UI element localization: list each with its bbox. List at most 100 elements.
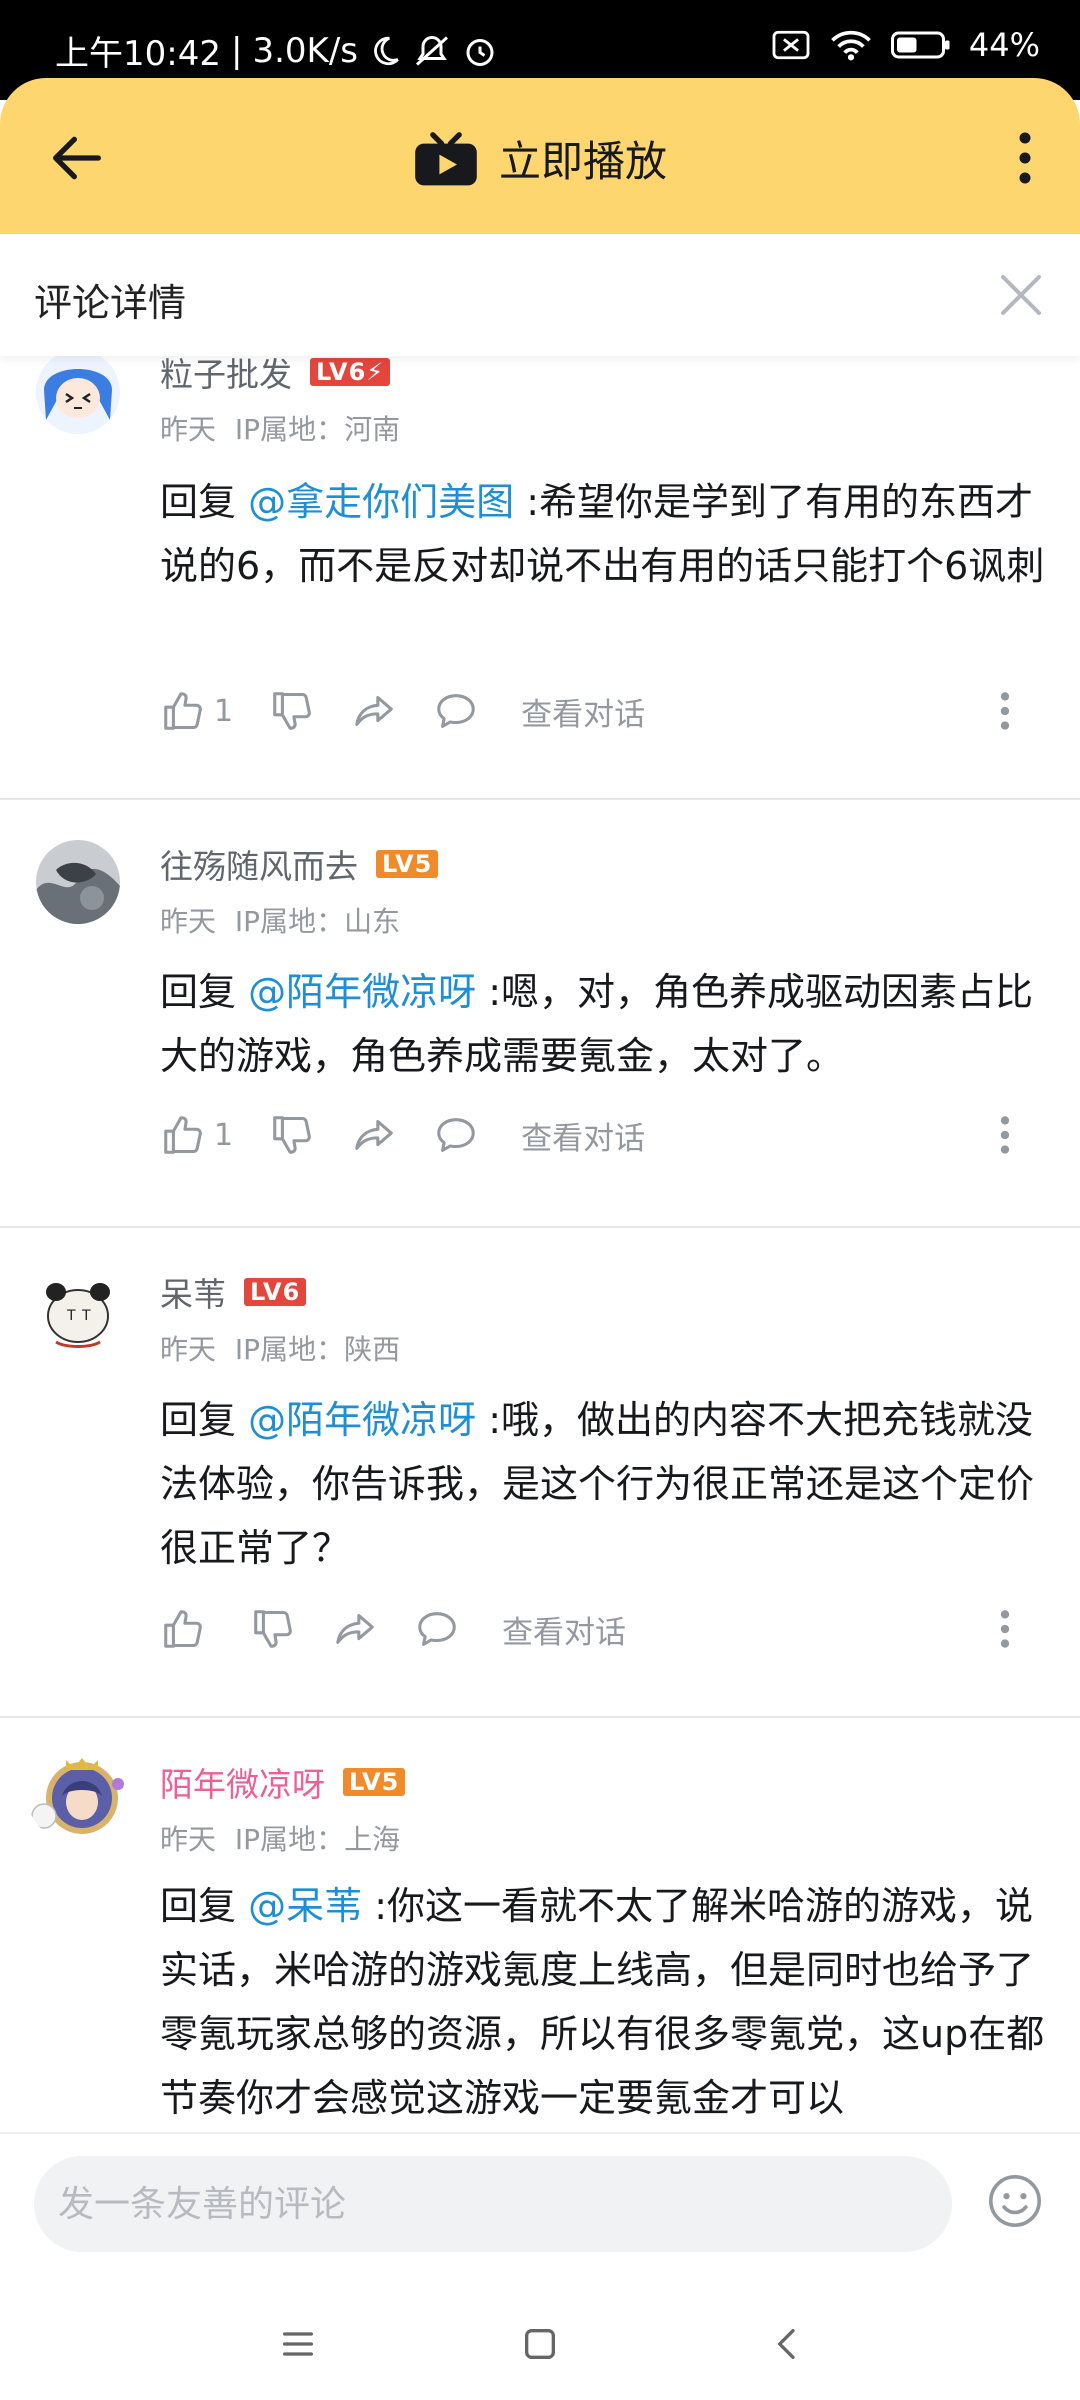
comment-meta: 昨天 IP属地：山东 bbox=[160, 900, 400, 940]
comment-meta: 昨天 IP属地：河南 bbox=[160, 408, 400, 448]
menu-icon bbox=[283, 2332, 313, 2356]
comment-text: 回复 @呆苇 :你这一看就不太了解米哈游的游戏，说实话，米哈游的游戏氪度上线高，… bbox=[160, 1874, 1050, 2130]
view-conversation-link[interactable]: 查看对话 bbox=[521, 1113, 645, 1158]
reply-button[interactable] bbox=[433, 1112, 479, 1158]
comment-actions: 查看对话 bbox=[160, 1604, 1020, 1654]
moon-icon bbox=[368, 34, 402, 68]
mention-link[interactable]: @呆苇 bbox=[248, 1884, 362, 1928]
comment-actions: 1 查看对话 bbox=[160, 1110, 1020, 1160]
view-conversation-link[interactable]: 查看对话 bbox=[521, 689, 645, 734]
share-button[interactable] bbox=[332, 1606, 378, 1652]
wifi-icon bbox=[829, 28, 873, 62]
more-vertical-icon[interactable] bbox=[990, 1604, 1020, 1654]
like-button[interactable]: 1 bbox=[160, 688, 233, 734]
battery-level: 44% bbox=[968, 26, 1040, 64]
share-icon bbox=[355, 696, 393, 726]
ip-location: IP属地：上海 bbox=[234, 1823, 401, 1856]
emoji-icon bbox=[989, 2175, 1041, 2227]
comment-actions: 1 查看对话 bbox=[160, 686, 1020, 736]
header-title: 立即播放 bbox=[498, 137, 667, 186]
thumbs-down-icon bbox=[273, 692, 311, 730]
share-icon bbox=[355, 1120, 393, 1150]
comment-detail-header: 评论详情 bbox=[0, 234, 1080, 356]
status-time: 上午10:42 bbox=[55, 34, 221, 74]
svg-text:T: T bbox=[81, 1308, 91, 1324]
comment-input-wrapper bbox=[34, 2156, 952, 2252]
chat-bubble-icon bbox=[418, 1612, 456, 1646]
more-button[interactable] bbox=[1010, 128, 1040, 188]
reply-label: 回复 bbox=[160, 480, 237, 524]
svg-text:T: T bbox=[66, 1308, 76, 1324]
comment-time: 昨天 bbox=[160, 413, 217, 446]
avatar[interactable] bbox=[36, 356, 120, 434]
more-vertical-icon[interactable] bbox=[990, 1110, 1020, 1160]
system-navigation-bar bbox=[0, 2282, 1080, 2400]
thumbs-up-icon bbox=[164, 692, 202, 730]
more-vertical-icon[interactable] bbox=[990, 686, 1020, 736]
username[interactable]: 粒子批发 bbox=[160, 356, 292, 396]
mention-link[interactable]: @陌年微凉呀 bbox=[248, 970, 476, 1014]
thumbs-down-icon bbox=[273, 1116, 311, 1154]
share-icon bbox=[336, 1614, 374, 1644]
dislike-button[interactable] bbox=[269, 688, 315, 734]
menu-nav-button[interactable] bbox=[278, 2324, 318, 2364]
comment-item: 往殇随风而去 LV5 昨天 IP属地：山东 回复 @陌年微凉呀 :嗯，对，角色养… bbox=[0, 800, 1080, 1228]
like-count: 1 bbox=[214, 693, 234, 729]
level-badge: LV5 bbox=[376, 850, 439, 878]
share-button[interactable] bbox=[351, 688, 397, 734]
close-button[interactable] bbox=[994, 268, 1048, 322]
username[interactable]: 呆苇 bbox=[160, 1268, 226, 1316]
photo-avatar-image bbox=[36, 840, 120, 924]
status-separator: | bbox=[230, 30, 243, 71]
chat-bubble-icon bbox=[437, 694, 475, 728]
home-nav-button[interactable] bbox=[520, 2324, 560, 2364]
comment-input[interactable] bbox=[34, 2156, 952, 2252]
comment-header: 呆苇 LV6 bbox=[160, 1268, 307, 1316]
level-badge: LV6⚡ bbox=[310, 358, 391, 386]
dislike-button[interactable] bbox=[250, 1606, 296, 1652]
app-screen: 上午10:42 | 3.0K/s 44% 立即播放 评论详情 粒子批发 LV6⚡… bbox=[0, 0, 1080, 2400]
mute-icon bbox=[412, 33, 452, 69]
comment-item: 陌年微凉呀 LV5 昨天 IP属地：上海 回复 @呆苇 :你这一看就不太了解米哈… bbox=[0, 1718, 1080, 2132]
comment-text: 回复 @陌年微凉呀 :哦，做出的内容不大把充钱就没法体验，你告诉我，是这个行为很… bbox=[160, 1388, 1050, 1580]
username[interactable]: 陌年微凉呀 bbox=[160, 1758, 325, 1806]
avatar[interactable] bbox=[36, 840, 120, 924]
username[interactable]: 往殇随风而去 bbox=[160, 840, 358, 888]
avatar[interactable]: T T bbox=[36, 1268, 120, 1352]
network-speed: 3.0K/s bbox=[252, 30, 358, 71]
emoji-button[interactable] bbox=[986, 2172, 1044, 2230]
thumbs-down-icon bbox=[254, 1610, 292, 1648]
sim-off-icon bbox=[771, 28, 811, 62]
comment-time: 昨天 bbox=[160, 905, 217, 938]
mention-link[interactable]: @陌年微凉呀 bbox=[248, 1398, 476, 1442]
level-badge: LV5 bbox=[343, 1768, 406, 1796]
share-button[interactable] bbox=[351, 1112, 397, 1158]
anime-avatar-image bbox=[36, 356, 120, 434]
ip-location: IP属地：陕西 bbox=[234, 1333, 401, 1366]
comment-list[interactable]: 粒子批发 LV6⚡ 昨天 IP属地：河南 回复 @拿走你们美图 :希望你是学到了… bbox=[0, 356, 1080, 2132]
comment-item: 粒子批发 LV6⚡ 昨天 IP属地：河南 回复 @拿走你们美图 :希望你是学到了… bbox=[0, 356, 1080, 800]
reply-button[interactable] bbox=[433, 688, 479, 734]
panda-avatar-image: T T bbox=[36, 1268, 120, 1352]
reply-button[interactable] bbox=[414, 1606, 460, 1652]
reply-label: 回复 bbox=[160, 1884, 237, 1928]
play-now-button[interactable]: 立即播放 bbox=[0, 128, 1080, 189]
ip-location: IP属地：河南 bbox=[234, 413, 401, 446]
like-button[interactable]: 1 bbox=[160, 1112, 233, 1158]
comment-input-bar bbox=[0, 2132, 1080, 2282]
comment-header: 陌年微凉呀 LV5 bbox=[160, 1758, 406, 1806]
more-vertical-icon bbox=[1019, 132, 1031, 184]
back-nav-button[interactable] bbox=[768, 2324, 808, 2364]
comment-meta: 昨天 IP属地：陕西 bbox=[160, 1328, 400, 1368]
chat-bubble-icon bbox=[437, 1118, 475, 1152]
dislike-button[interactable] bbox=[269, 1112, 315, 1158]
comment-header: 粒子批发 LV6⚡ bbox=[160, 356, 391, 396]
mention-link[interactable]: @拿走你们美图 bbox=[248, 480, 514, 524]
status-left: 上午10:42 | 3.0K/s bbox=[55, 26, 498, 75]
like-button[interactable] bbox=[160, 1606, 214, 1652]
thumbs-up-icon bbox=[164, 1116, 202, 1154]
avatar[interactable] bbox=[26, 1740, 130, 1844]
view-conversation-link[interactable]: 查看对话 bbox=[502, 1607, 626, 1652]
comment-item: T T 呆苇 LV6 昨天 IP属地：陕西 回复 @陌年微凉呀 :哦，做出的内容… bbox=[0, 1228, 1080, 1718]
reply-label: 回复 bbox=[160, 1398, 237, 1442]
